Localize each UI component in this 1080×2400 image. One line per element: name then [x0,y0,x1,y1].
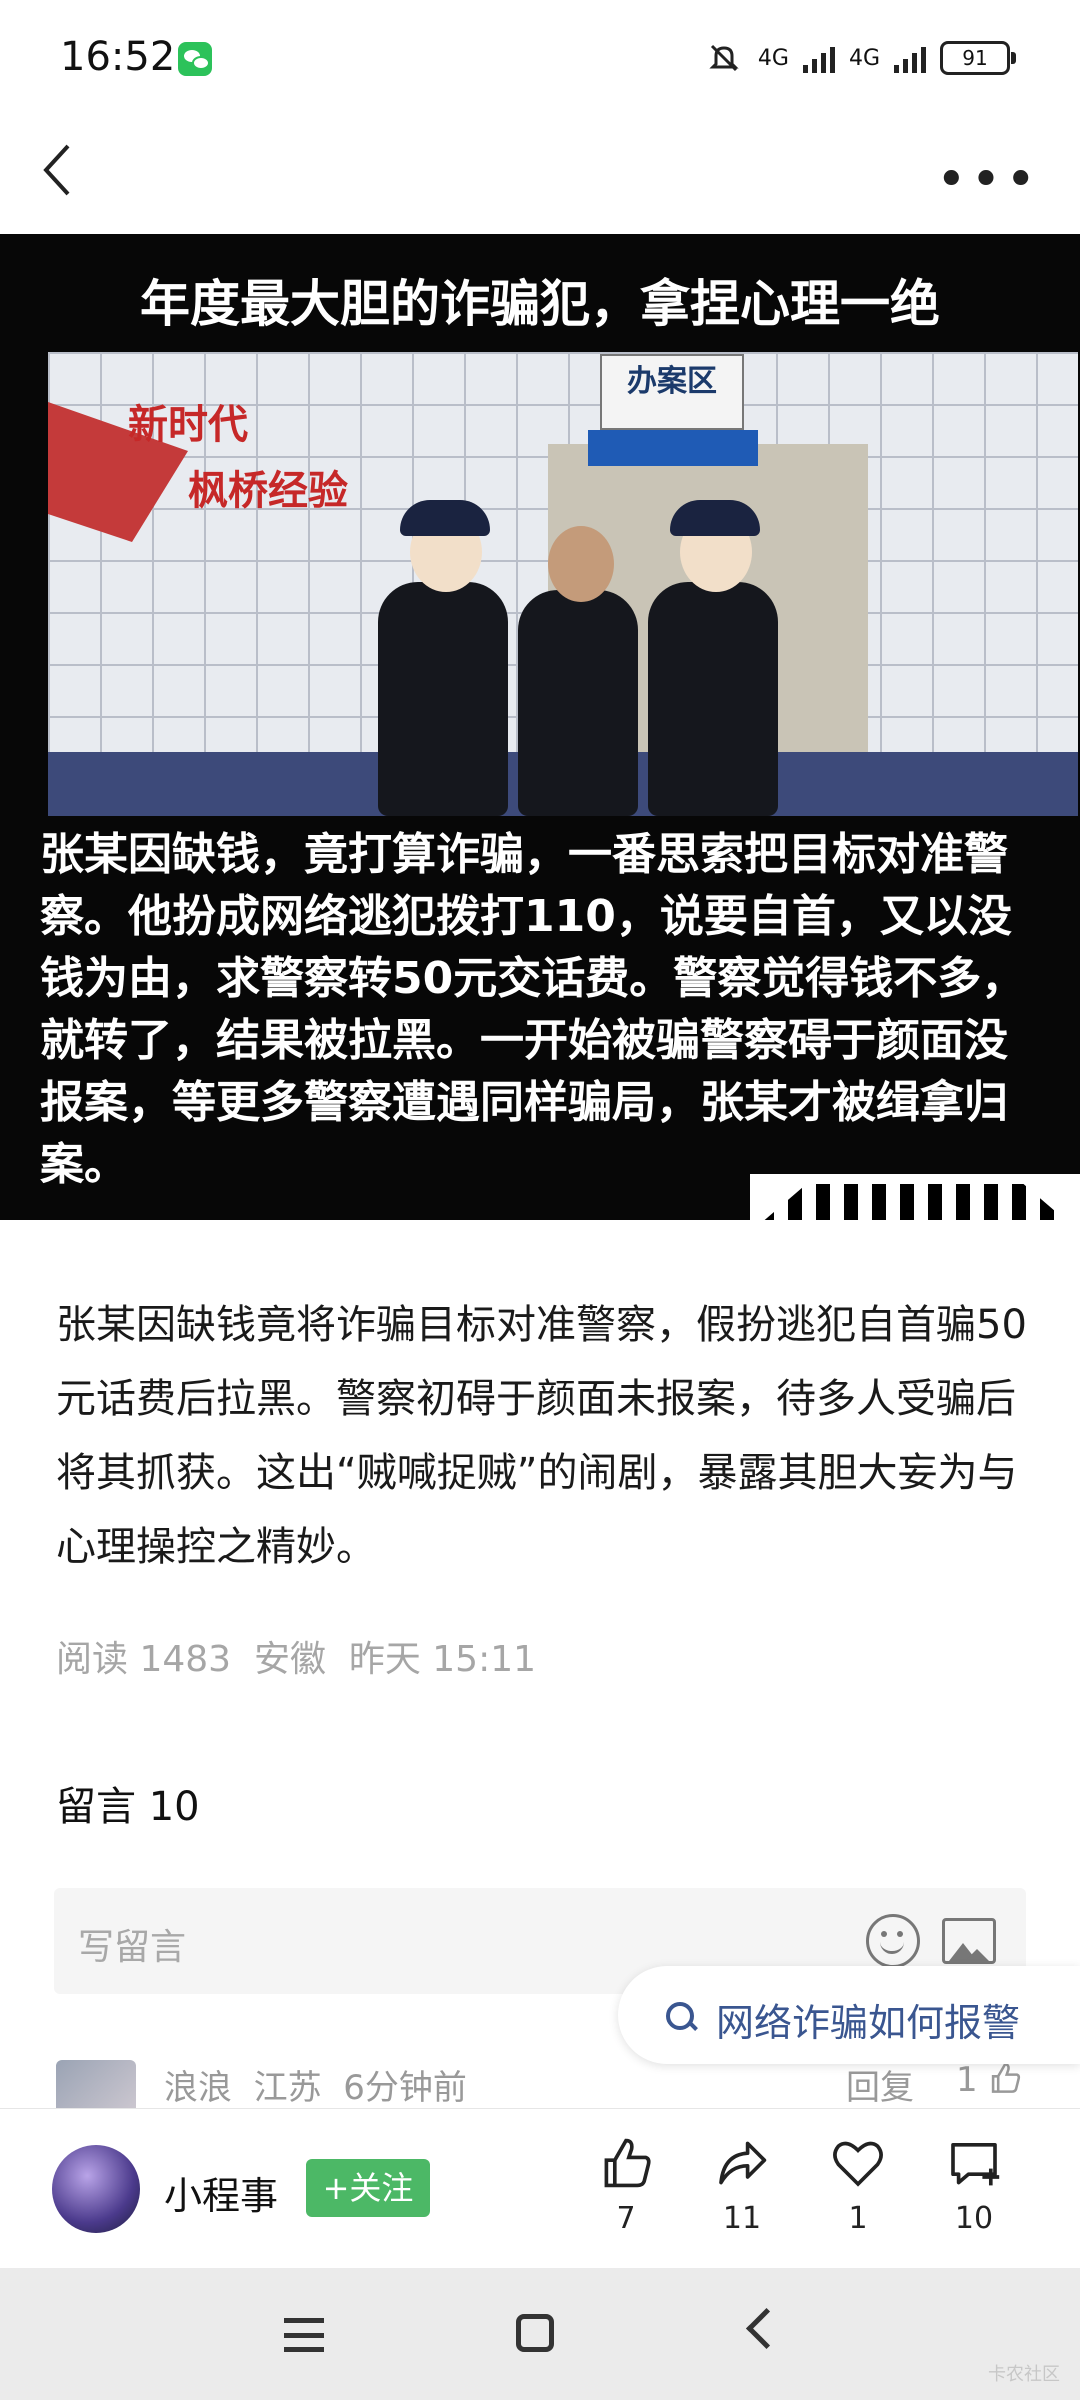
wechat-icon [178,42,212,76]
sign-plate [588,430,758,466]
action-bar: 小程事 +关注 7 11 1 10 [0,2108,1080,2269]
image-title: 年度最大胆的诈骗犯，拿捏心理一绝 [140,275,940,333]
like-button[interactable]: 7 [586,2135,666,2236]
network-label-1: 4G [757,45,789,71]
menu-icon[interactable] [284,2318,324,2352]
thumbs-up-icon [992,2063,1021,2093]
comment-like[interactable]: 1 [956,2060,1022,2100]
share-button[interactable]: 11 [702,2135,782,2236]
slogan-line1: 新时代 [128,402,248,448]
officer-left-cap [400,500,490,536]
comment-like-count: 1 [956,2060,978,2100]
favorite-count: 1 [848,2201,868,2236]
follow-button[interactable]: +关注 [306,2159,430,2217]
office-sign: 办案区 [600,354,744,430]
home-icon[interactable] [516,2314,554,2352]
like-icon [604,2138,651,2188]
article-body: 张某因缺钱竟将诈骗目标对准警察，假扮逃犯自首骗50元话费后拉黑。警察初碍于颜面未… [56,1302,1027,1570]
article-image[interactable]: 年度最大胆的诈骗犯，拿捏心理一绝 新时代 枫桥经验 办案区 张某因缺钱，竟打算诈… [0,234,1080,1220]
share-icon [719,2141,767,2185]
suspect [518,590,638,816]
battery-icon: 91 [940,41,1016,75]
commenter-avatar[interactable] [56,2060,136,2108]
share-count: 11 [722,2201,762,2236]
comment-icon [951,2142,1000,2186]
comment-count: 10 [954,2201,994,2236]
comments-title: 留言 10 [56,1784,200,1830]
author-avatar[interactable] [52,2145,140,2233]
back-icon[interactable] [38,140,78,200]
watermark: 卡农社区 [988,2364,1060,2385]
reply-button[interactable]: 回复 [846,2060,914,2108]
slogan-line2: 枫桥经验 [188,468,348,514]
search-suggestion-text: 网络诈骗如何报警 [716,2001,1021,2045]
image-icon[interactable] [942,1918,996,1964]
search-icon [666,2002,694,2030]
status-bar: 16:52 4G 4G 91 [0,0,1080,118]
comment-item: 浪浪 江苏 6分钟前 回复 1 [56,2060,1026,2108]
comment-meta: 浪浪 江苏 6分钟前 [164,2068,467,2108]
emoji-icon[interactable] [866,1914,920,1968]
suspect-head [548,526,614,602]
sunglasses-sticker [750,1174,1080,1220]
comment-placeholder: 写留言 [78,1927,187,1968]
nav-back-icon[interactable] [745,2307,788,2350]
system-nav-bar [0,2268,1080,2400]
image-scene: 新时代 枫桥经验 办案区 [48,352,1078,816]
image-caption: 张某因缺钱，竟打算诈骗，一番思索把目标对准警察。他扮成网络逃犯拨打110，说要自… [40,829,1026,1190]
mute-icon [709,44,739,72]
officer-left [378,582,508,816]
status-time: 16:52 [60,34,176,80]
heart-icon [833,2141,883,2187]
signal-icon-2 [894,43,926,73]
favorite-button[interactable]: 1 [818,2135,898,2236]
network-label-2: 4G [848,45,880,71]
article-meta: 阅读 1483 安徽 昨天 15:11 [56,1639,537,1680]
officer-right [648,582,778,816]
more-icon[interactable]: ••• [936,150,1040,210]
officer-right-cap [670,500,760,536]
status-icons: 4G 4G 91 [704,36,1016,80]
signal-icon-1 [802,43,835,73]
search-suggestion[interactable]: 网络诈骗如何报警 [618,1966,1080,2064]
like-count: 7 [616,2201,636,2236]
author-name[interactable]: 小程事 [164,2165,278,2220]
comment-button[interactable]: 10 [934,2135,1014,2236]
